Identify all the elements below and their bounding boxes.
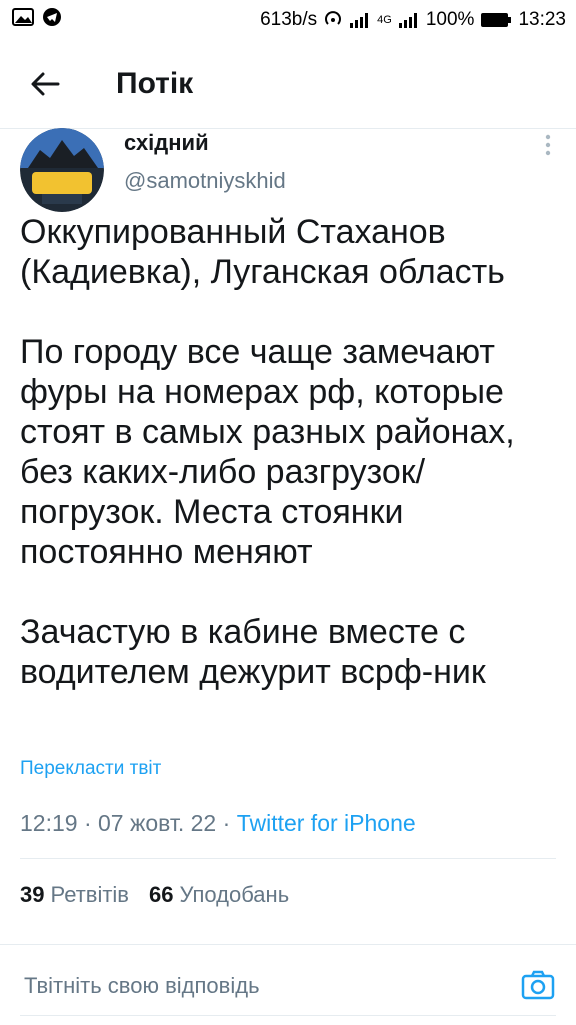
likes-stat[interactable]: 66 Уподобань xyxy=(149,882,289,908)
tweet-text: Оккупированный Стаханов (Кадиевка), Луга… xyxy=(20,212,560,732)
network-type: 4G xyxy=(377,14,392,26)
tweet-paragraph: Зачастую в кабине вместе с водителем деж… xyxy=(20,613,486,691)
tweet-meta: 12:19 · 07 жовт. 22 · Twitter for iPhone xyxy=(20,810,416,836)
retweets-stat[interactable]: 39 Ретвітів xyxy=(20,882,129,908)
tweet-detail: східний @samotniyskhid Оккупированный Ст… xyxy=(0,128,576,907)
more-options-icon[interactable] xyxy=(538,132,558,162)
page-title: Потік xyxy=(116,67,194,100)
camera-icon xyxy=(521,970,555,1000)
tweet-author-row: східний @samotniyskhid xyxy=(0,128,576,216)
camera-button[interactable] xyxy=(520,967,556,1003)
likes-count: 66 xyxy=(149,882,174,907)
translate-tweet-link[interactable]: Перекласти твіт xyxy=(20,758,161,780)
tweet-paragraph: По городу все чаще замечают фуры на номе… xyxy=(20,333,515,571)
signal-icon-2 xyxy=(398,11,420,29)
back-button[interactable] xyxy=(0,40,90,128)
clock: 13:23 xyxy=(518,9,566,30)
arrow-left-icon xyxy=(31,72,60,96)
tweet-date: 07 жовт. 22 xyxy=(98,810,217,836)
telegram-icon xyxy=(42,7,62,33)
tweet-stats: 39 Ретвітів 66 Уподобань xyxy=(20,882,289,908)
gallery-icon xyxy=(12,8,34,32)
reply-input[interactable]: Твітніть свою відповідь xyxy=(24,973,260,999)
battery-icon xyxy=(480,12,512,28)
network-speed: 613b/s xyxy=(260,9,318,30)
avatar[interactable] xyxy=(20,128,104,212)
app-header: Потік xyxy=(0,40,576,129)
reply-bar: Твітніть свою відповідь xyxy=(0,944,576,1025)
tweet-time: 12:19 xyxy=(20,810,78,836)
author-name[interactable]: східний xyxy=(124,130,209,156)
divider xyxy=(20,858,556,859)
likes-label: Уподобань xyxy=(179,882,290,907)
reply-underline xyxy=(20,1015,556,1016)
tweet-paragraph: Оккупированный Стаханов (Кадиевка), Луга… xyxy=(20,213,505,291)
retweets-label: Ретвітів xyxy=(50,882,129,907)
hotspot-icon xyxy=(323,10,343,30)
status-bar: 613b/s 4G 100% 13:23 xyxy=(0,0,576,40)
signal-icon-1 xyxy=(349,11,371,29)
tweet-source-link[interactable]: Twitter for iPhone xyxy=(237,810,416,836)
author-handle[interactable]: @samotniyskhid xyxy=(124,168,286,194)
battery-percent: 100% xyxy=(425,9,475,30)
retweets-count: 39 xyxy=(20,882,45,907)
